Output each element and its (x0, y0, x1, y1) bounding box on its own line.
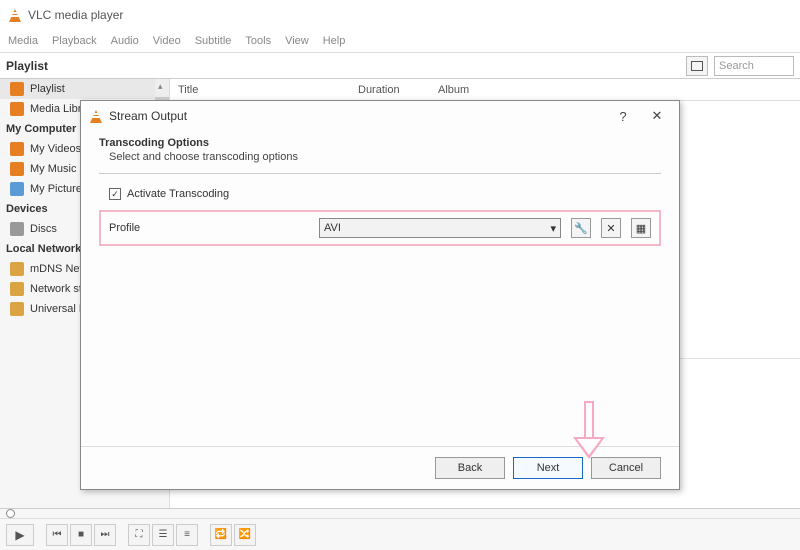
checkbox-icon: ✓ (109, 188, 121, 200)
close-button[interactable]: ✕ (643, 105, 671, 127)
music-icon (10, 162, 24, 176)
col-album[interactable]: Album (430, 84, 477, 96)
x-icon: ✕ (606, 222, 615, 235)
playlist-header: Title Duration Album (170, 79, 800, 101)
extended-button[interactable]: ☰ (152, 524, 174, 546)
list-icon (691, 61, 703, 71)
annotation-arrow (571, 401, 607, 461)
help-button[interactable]: ? (609, 105, 637, 127)
back-button[interactable]: Back (435, 457, 505, 479)
menubar: Media Playback Audio Video Subtitle Tool… (0, 30, 800, 52)
network-icon (10, 262, 24, 276)
dialog-titlebar: Stream Output ? ✕ (81, 101, 679, 131)
edit-profile-button[interactable]: 🔧 (571, 218, 591, 238)
pictures-icon (10, 182, 24, 196)
next-button[interactable]: ⏭ (94, 524, 116, 546)
scroll-up-icon: ▴ (158, 81, 163, 92)
prev-button[interactable]: ⏮ (46, 524, 68, 546)
stream-output-dialog: Stream Output ? ✕ Transcoding Options Se… (80, 100, 680, 490)
loop-button[interactable]: 🔁 (210, 524, 232, 546)
vlc-logo-icon (89, 109, 103, 123)
section-title: Transcoding Options (99, 137, 661, 149)
section-subtitle: Select and choose transcoding options (99, 151, 661, 163)
titlebar: VLC media player (0, 0, 800, 30)
disc-icon (10, 222, 24, 236)
checkbox-label: Activate Transcoding (127, 188, 229, 200)
profile-value: AVI (324, 222, 341, 234)
app-title: VLC media player (28, 8, 123, 22)
col-title[interactable]: Title (170, 84, 350, 96)
divider (99, 173, 661, 174)
sidebar-item-playlist[interactable]: Playlist (0, 79, 169, 99)
seek-knob[interactable] (6, 509, 15, 518)
new-profile-button[interactable]: ▦ (631, 218, 651, 238)
new-icon: ▦ (636, 222, 646, 235)
play-button[interactable]: ▶ (6, 524, 34, 546)
network-icon (10, 282, 24, 296)
playlist-button[interactable]: ≡ (176, 524, 198, 546)
toolbar: Playlist Search (0, 52, 800, 78)
profile-select[interactable]: AVI ▾ (319, 218, 561, 238)
chevron-down-icon: ▾ (550, 222, 556, 235)
menu-media[interactable]: Media (8, 35, 38, 47)
vlc-logo-icon (8, 8, 22, 22)
seek-bar[interactable] (0, 509, 800, 519)
menu-audio[interactable]: Audio (111, 35, 139, 47)
stop-button[interactable]: ■ (70, 524, 92, 546)
fullscreen-button[interactable]: ⛶ (128, 524, 150, 546)
playlist-icon (10, 82, 24, 96)
search-input[interactable]: Search (714, 56, 794, 76)
player-controls: ▶ ⏮ ■ ⏭ ⛶ ☰ ≡ 🔁 🔀 (0, 508, 800, 550)
delete-profile-button[interactable]: ✕ (601, 218, 621, 238)
menu-tools[interactable]: Tools (245, 35, 271, 47)
view-mode-button[interactable] (686, 56, 708, 76)
playlist-heading: Playlist (6, 59, 686, 73)
dialog-title: Stream Output (109, 109, 603, 123)
menu-view[interactable]: View (285, 35, 309, 47)
col-duration[interactable]: Duration (350, 84, 430, 96)
library-icon (10, 102, 24, 116)
profile-row-highlight: Profile AVI ▾ 🔧 ✕ ▦ (99, 210, 661, 246)
menu-subtitle[interactable]: Subtitle (195, 35, 232, 47)
menu-help[interactable]: Help (323, 35, 346, 47)
video-icon (10, 142, 24, 156)
menu-video[interactable]: Video (153, 35, 181, 47)
network-icon (10, 302, 24, 316)
profile-label: Profile (109, 222, 309, 234)
shuffle-button[interactable]: 🔀 (234, 524, 256, 546)
dialog-body: Transcoding Options Select and choose tr… (81, 131, 679, 446)
wrench-icon: 🔧 (574, 222, 588, 235)
activate-transcoding-checkbox[interactable]: ✓ Activate Transcoding (109, 188, 661, 200)
menu-playback[interactable]: Playback (52, 35, 97, 47)
